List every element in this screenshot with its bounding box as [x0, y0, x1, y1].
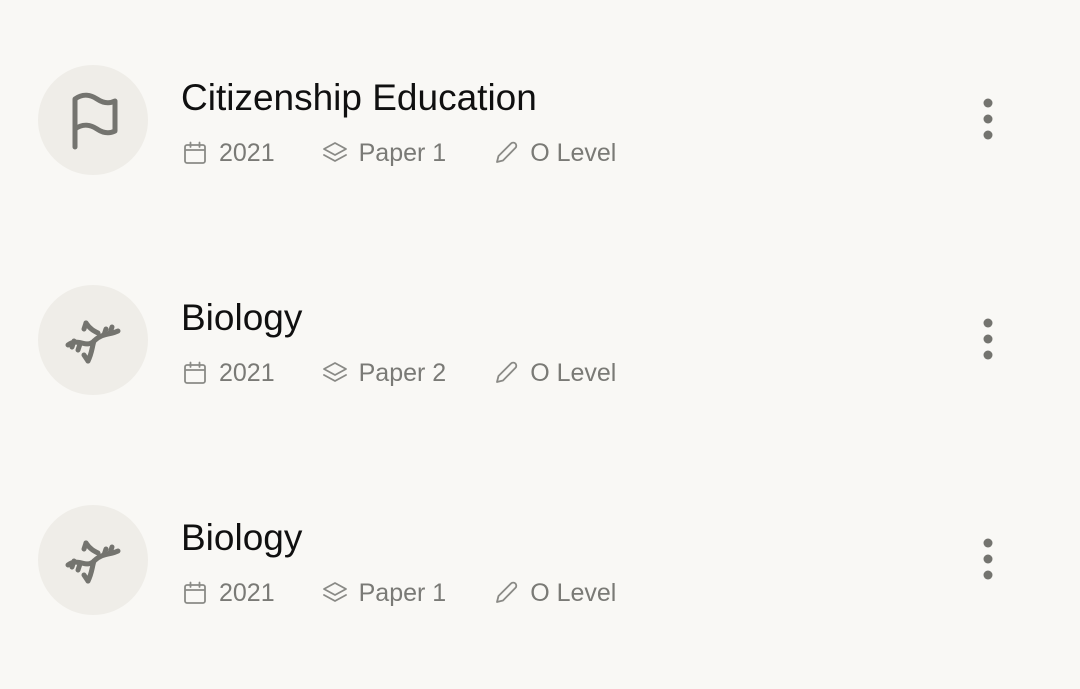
- more-options-button[interactable]: [964, 310, 1012, 370]
- calendar-icon: [181, 139, 209, 167]
- year-meta: 2021: [181, 139, 275, 168]
- calendar-icon: [181, 359, 209, 387]
- paper-number-label: Paper 1: [358, 138, 447, 167]
- dna-icon: [65, 320, 121, 364]
- pencil-icon: [492, 579, 520, 607]
- year-meta: 2021: [181, 579, 275, 608]
- year-label: 2021: [219, 578, 275, 607]
- paper-list: Citizenship Education 2021 Paper 1 O Lev…: [0, 0, 1080, 689]
- level-label: O Level: [530, 578, 617, 607]
- paper-number-meta: Paper 2: [321, 358, 447, 388]
- flag-icon: [72, 92, 118, 150]
- level-label: O Level: [530, 138, 617, 167]
- list-item[interactable]: Citizenship Education 2021 Paper 1 O Lev…: [0, 10, 1080, 230]
- paper-number-label: Paper 2: [358, 358, 447, 387]
- subject-title: Citizenship Education: [181, 77, 537, 118]
- paper-meta: 2021 Paper 1 O Level: [181, 135, 662, 171]
- layers-icon: [321, 359, 349, 387]
- paper-number-meta: Paper 1: [321, 138, 447, 168]
- list-item[interactable]: Biology 2021: [0, 450, 1080, 670]
- more-options-button[interactable]: [964, 90, 1012, 150]
- level-meta: O Level: [492, 579, 616, 608]
- year-label: 2021: [219, 138, 275, 167]
- level-label: O Level: [530, 358, 617, 387]
- subject-title: Biology: [181, 517, 303, 558]
- subject-title: Biology: [181, 297, 303, 338]
- year-label: 2021: [219, 358, 275, 387]
- subject-avatar: [38, 65, 148, 175]
- pencil-icon: [492, 139, 520, 167]
- year-meta: 2021: [181, 359, 275, 388]
- paper-meta: 2021 Paper 1 O Level: [181, 575, 662, 611]
- subject-avatar: [38, 505, 148, 615]
- layers-icon: [321, 139, 349, 167]
- calendar-icon: [181, 579, 209, 607]
- list-item[interactable]: Biology 2021: [0, 230, 1080, 450]
- more-vertical-icon: [983, 98, 993, 140]
- pencil-icon: [492, 359, 520, 387]
- layers-icon: [321, 579, 349, 607]
- level-meta: O Level: [492, 139, 616, 168]
- subject-avatar: [38, 285, 148, 395]
- more-vertical-icon: [983, 318, 993, 360]
- paper-meta: 2021 Paper 2 O Level: [181, 355, 662, 391]
- paper-number-label: Paper 1: [358, 578, 447, 607]
- more-options-button[interactable]: [964, 530, 1012, 590]
- more-vertical-icon: [983, 538, 993, 580]
- dna-icon: [65, 540, 121, 584]
- paper-number-meta: Paper 1: [321, 578, 447, 608]
- level-meta: O Level: [492, 359, 616, 388]
